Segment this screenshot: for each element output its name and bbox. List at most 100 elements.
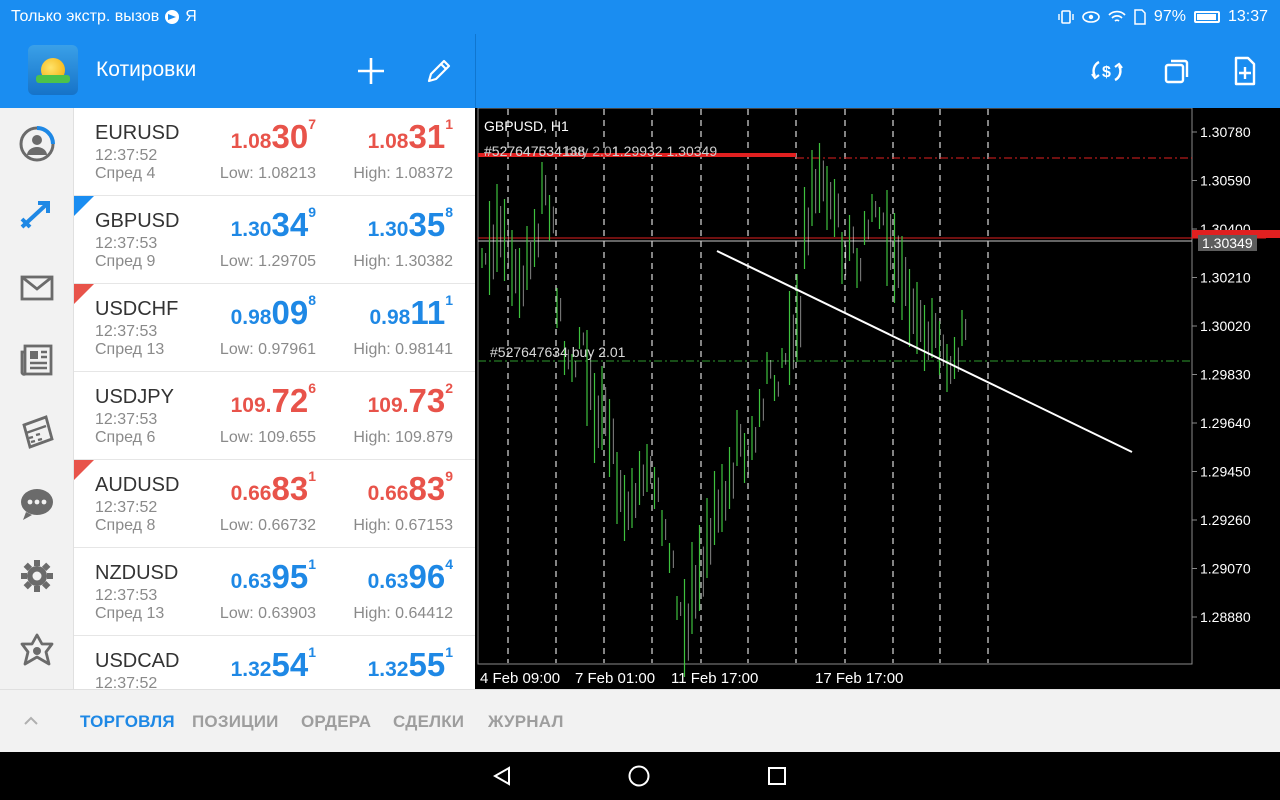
y-tick-label: 1.28880	[1200, 609, 1251, 625]
spread: Спред 8	[95, 517, 156, 534]
symbol-name: NZDUSD	[95, 562, 179, 584]
y-tick-label: 1.29640	[1200, 415, 1251, 431]
bid-price-big: 09	[271, 294, 309, 331]
account-icon[interactable]	[15, 122, 59, 166]
tick-direction-marker	[74, 196, 94, 216]
spread: Спред 4	[95, 165, 156, 182]
settings-icon[interactable]	[15, 554, 59, 598]
quote-row[interactable]: USDCAD 12:37:52 1.32541 1.32551	[74, 636, 475, 689]
high-price: High: 0.67153	[353, 517, 453, 534]
quote-time: 12:37:53	[95, 587, 158, 604]
community-icon[interactable]	[15, 628, 59, 672]
carrier-text: Только экстр. вызов	[11, 8, 160, 25]
news-icon[interactable]	[15, 338, 59, 382]
ask-price-big: 11	[410, 294, 446, 331]
bid-price-pip: 1	[308, 555, 316, 572]
bid-price[interactable]: 109.726	[231, 380, 316, 420]
low-price: Low: 0.63903	[219, 605, 316, 622]
low-price: Low: 1.29705	[219, 253, 316, 270]
ask-price-big: 83	[408, 470, 446, 507]
ask-price[interactable]: 0.66839	[368, 468, 453, 508]
quote-row[interactable]: GBPUSD 12:37:53 Спред 9 1.30349 1.30358 Low: …	[74, 196, 475, 284]
quote-row[interactable]: USDJPY 12:37:53 Спред 6 109.726 109.732 Low: …	[74, 372, 475, 460]
y-tick-label: 1.30210	[1200, 270, 1251, 286]
clock: 13:37	[1227, 8, 1268, 25]
bid-price[interactable]: 0.63951	[231, 555, 316, 596]
tab-journal[interactable]: ЖУРНАЛ	[488, 712, 564, 732]
buy-order-label: #527647634 buy 2.01	[490, 344, 626, 360]
tab-positions[interactable]: ПОЗИЦИИ	[192, 712, 279, 732]
ask-price[interactable]: 0.98111	[369, 292, 453, 332]
symbol-name: EURUSD	[95, 122, 180, 144]
y-tick-label: 1.30780	[1200, 124, 1251, 140]
x-tick-label: 17 Feb 17:00	[815, 670, 903, 687]
mail-icon[interactable]	[15, 266, 59, 310]
quote-row[interactable]: NZDUSD 12:37:53 Спред 13 0.63951 0.63964 Low:…	[74, 548, 475, 636]
ask-price[interactable]: 1.08311	[368, 116, 453, 156]
bid-price[interactable]: 1.08307	[230, 115, 316, 156]
bid-price[interactable]: 1.32541	[231, 643, 316, 684]
status-left: Только экстр. вызов Я	[11, 8, 197, 26]
ask-price-big: 96	[408, 558, 446, 595]
chart-canvas[interactable]: 1.307801.305901.304001.302101.300201.298…	[476, 108, 1280, 689]
economic-calendar-icon[interactable]	[15, 410, 59, 454]
recents-icon[interactable]	[765, 764, 789, 788]
y-tick-label: 1.29070	[1200, 561, 1251, 577]
tick-direction-marker	[74, 460, 94, 480]
ask-price-big: 31	[408, 118, 446, 155]
symbol-name: USDCAD	[95, 650, 180, 672]
price-chart[interactable]: 1.30780 1.30590 1.30400 1.30210 1.30020 1.298…	[476, 108, 1280, 689]
ask-price[interactable]: 1.32551	[367, 643, 453, 684]
new-document-icon[interactable]	[1226, 52, 1264, 90]
bid-price-pip: 7	[308, 115, 316, 132]
bid-price-pip: 1	[308, 643, 316, 660]
bid-price-big: 30	[271, 118, 309, 155]
trade-icon[interactable]	[15, 194, 59, 238]
symbol-name: USDJPY	[95, 386, 174, 408]
quote-time: 12:37:52	[95, 499, 158, 516]
logo-icon[interactable]	[28, 45, 78, 95]
quote-row[interactable]: USDCHF 12:37:53 Спред 13 0.98098 0.98111 Low:…	[74, 284, 475, 372]
spread: Спред 6	[95, 429, 156, 446]
ask-price-pip: 1	[445, 643, 453, 660]
ask-price[interactable]: 0.63964	[368, 556, 453, 596]
bid-price[interactable]: 1.30349	[231, 204, 316, 244]
quote-row[interactable]: EURUSD 12:37:52 Спред 4 1.08307 1.08311 Low: …	[74, 108, 475, 196]
windows-icon[interactable]	[1158, 52, 1196, 90]
quote-row[interactable]: AUDUSD 12:37:52 Спред 8 0.66831 0.66839 Low: …	[74, 460, 475, 548]
chat-icon[interactable]	[15, 482, 59, 526]
high-price: High: 0.64412	[353, 605, 453, 622]
y-tick-label: 1.30020	[1200, 318, 1251, 334]
page-title: Котировки	[96, 58, 197, 81]
tab-trade[interactable]: ТОРГОВЛЯ	[80, 712, 175, 732]
wifi-icon	[1108, 10, 1126, 22]
ask-price[interactable]: 109.732	[368, 380, 453, 420]
eye-icon	[1082, 11, 1100, 23]
bid-price[interactable]: 0.66831	[231, 468, 316, 508]
tab-orders[interactable]: ОРДЕРА	[301, 712, 371, 732]
symbol-name: GBPUSD	[95, 210, 180, 232]
bid-price-big: 72	[271, 382, 309, 419]
quote-time: 12:37:52	[95, 147, 158, 164]
battery-percent: 97%	[1153, 8, 1186, 25]
bid-price-prefix: 1.08	[230, 130, 272, 153]
ask-price-big: 73	[408, 382, 446, 419]
trend-line	[716, 250, 1133, 453]
y-tick-label: 1.30590	[1200, 173, 1251, 189]
tab-deals[interactable]: СДЕЛКИ	[393, 712, 464, 732]
ask-price[interactable]: 1.30358	[367, 203, 453, 244]
bid-price[interactable]: 0.98098	[231, 292, 316, 332]
ask-price-pip: 8	[445, 203, 453, 220]
bid-price-big: 54	[271, 646, 309, 683]
quote-time: 12:37:53	[95, 411, 158, 428]
chevron-up-icon[interactable]	[22, 712, 40, 730]
pencil-icon[interactable]	[420, 52, 458, 90]
ask-price-prefix: 1.32	[367, 658, 409, 681]
ask-price-prefix: 1.30	[367, 218, 409, 241]
chart-title: GBPUSD, H1	[484, 118, 569, 134]
home-icon[interactable]	[627, 764, 651, 788]
plus-icon[interactable]	[352, 52, 390, 90]
ask-price-big: 35	[408, 206, 446, 243]
back-icon[interactable]	[490, 764, 514, 788]
currency-exchange-icon[interactable]: $	[1088, 52, 1126, 90]
